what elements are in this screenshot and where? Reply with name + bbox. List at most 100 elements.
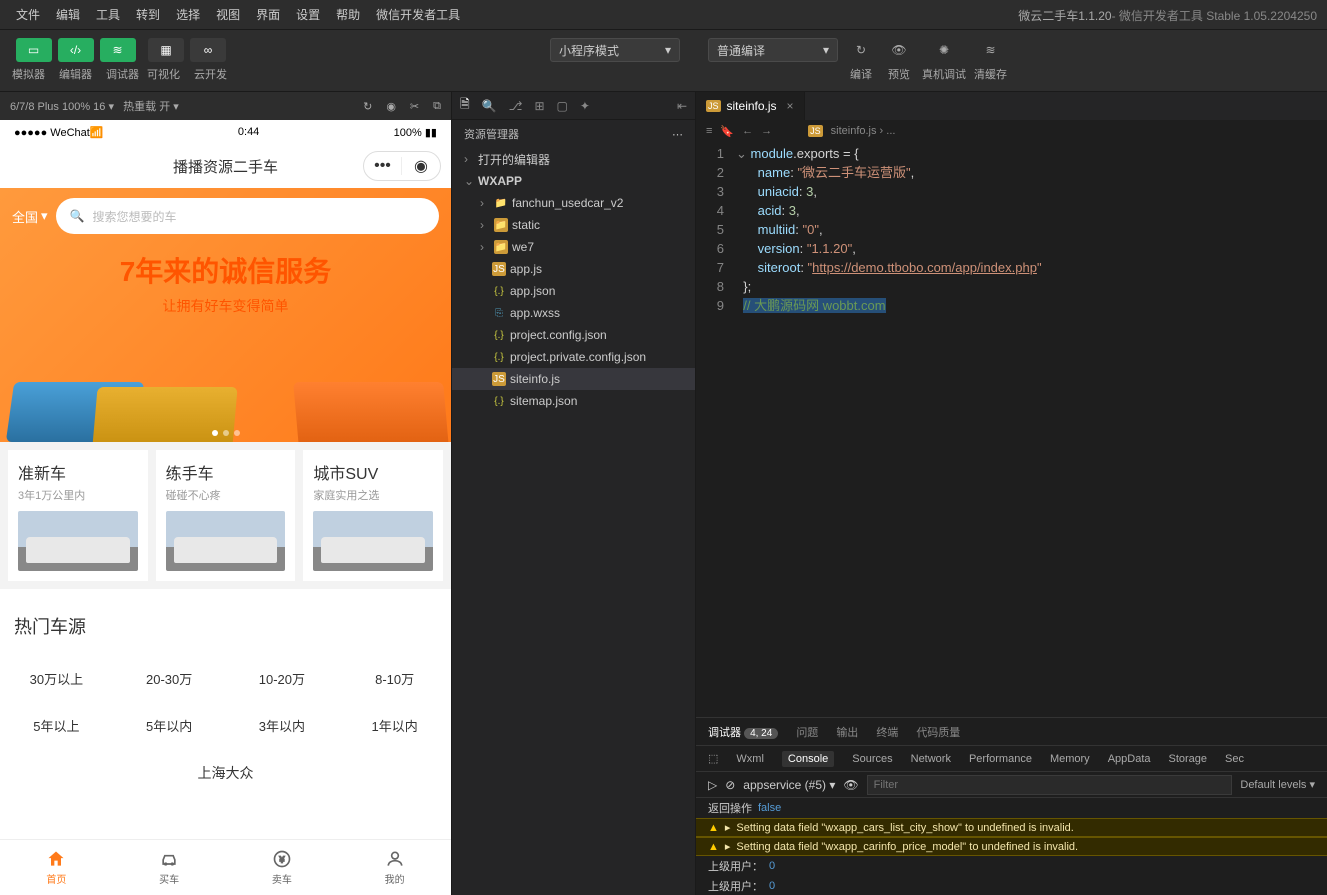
bookmark-icon[interactable]: 🔖	[720, 125, 734, 138]
grid-icon[interactable]: ⊞	[534, 99, 544, 113]
location-picker[interactable]: 全国▾	[12, 207, 48, 226]
console-output[interactable]: 返回操作 false ▲▸Setting data field "wxapp_c…	[696, 798, 1327, 895]
debug-tab[interactable]: 终端	[876, 724, 898, 740]
remote-debug-icon[interactable]: ✺	[929, 38, 959, 62]
box-icon[interactable]: ▢	[557, 99, 568, 113]
menu-wxdevtools[interactable]: 微信开发者工具	[368, 6, 468, 23]
breadcrumb[interactable]: siteinfo.js › ...	[831, 125, 896, 137]
menu-edit[interactable]: 编辑	[48, 6, 88, 23]
carousel-dots[interactable]	[212, 430, 240, 436]
devtool-tab[interactable]: Sec	[1225, 753, 1244, 765]
cloud-toggle[interactable]: ∞	[190, 38, 226, 62]
category-card[interactable]: 练手车碰碰不心疼	[156, 450, 296, 581]
tab-buy[interactable]: 买车	[113, 840, 226, 895]
mode-select[interactable]: 小程序模式▾	[550, 38, 680, 62]
simulator-toggle[interactable]: ▭	[16, 38, 52, 62]
filter-item[interactable]: 5年以内	[113, 702, 226, 749]
close-icon[interactable]: ×	[787, 99, 794, 113]
search-icon[interactable]: 🔍	[482, 99, 497, 113]
editor-tab[interactable]: JSsiteinfo.js×	[696, 92, 805, 120]
eye-icon[interactable]: 👁	[843, 778, 858, 792]
menu-goto[interactable]: 转到	[128, 6, 168, 23]
cut-icon[interactable]: ✂	[410, 100, 419, 113]
more-icon[interactable]: ⋯	[672, 128, 683, 141]
filter-item[interactable]: 1年以内	[338, 702, 451, 749]
editor-toggle[interactable]: ‹/›	[58, 38, 94, 62]
inspect-icon[interactable]: ⬚	[708, 752, 718, 765]
menu-tools[interactable]: 工具	[88, 6, 128, 23]
devtool-tab[interactable]: Network	[911, 753, 951, 765]
filter-input[interactable]	[867, 775, 1233, 795]
devtool-tab[interactable]: AppData	[1108, 753, 1151, 765]
more-icon[interactable]: •••	[364, 157, 402, 175]
devtool-tab[interactable]: Wxml	[736, 753, 764, 765]
hotreload-toggle[interactable]: 热重载 开	[123, 101, 170, 113]
devtool-tab[interactable]: Sources	[852, 753, 892, 765]
tree-file[interactable]: JSapp.js	[452, 258, 695, 280]
debug-tab[interactable]: 输出	[836, 724, 858, 740]
tab-sell[interactable]: ¥卖车	[226, 840, 339, 895]
tree-folder[interactable]: ›📁fanchun_usedcar_v2	[452, 192, 695, 214]
tree-file-selected[interactable]: JSsiteinfo.js	[452, 368, 695, 390]
category-card[interactable]: 准新车3年1万公里内	[8, 450, 148, 581]
tree-file[interactable]: {.}sitemap.json	[452, 390, 695, 412]
compile-icon[interactable]: ↻	[846, 38, 876, 62]
devtool-tab[interactable]: Storage	[1169, 753, 1208, 765]
tree-file[interactable]: {.}project.private.config.json	[452, 346, 695, 368]
levels-select[interactable]: Default levels ▾	[1240, 778, 1315, 791]
menu-select[interactable]: 选择	[168, 6, 208, 23]
debug-tab[interactable]: 调试器 4, 24	[708, 724, 778, 740]
compile-select[interactable]: 普通编译▾	[708, 38, 838, 62]
clear-icon[interactable]: ⊘	[725, 778, 735, 792]
collapse-icon[interactable]: ⇤	[677, 99, 687, 113]
visual-toggle[interactable]: ▦	[148, 38, 184, 62]
debug-tab[interactable]: 代码质量	[916, 724, 960, 740]
tree-file[interactable]: {.}app.json	[452, 280, 695, 302]
filter-item[interactable]: 30万以上	[0, 655, 113, 702]
filter-item[interactable]: 8-10万	[338, 655, 451, 702]
clear-cache-icon[interactable]: ≋	[976, 38, 1006, 62]
search-input[interactable]: 🔍搜索您想要的车	[56, 198, 439, 234]
tree-open-editors[interactable]: ›打开的编辑器	[452, 148, 695, 170]
menu-interface[interactable]: 界面	[248, 6, 288, 23]
branch-icon[interactable]: ⎇	[509, 99, 523, 113]
device-label[interactable]: 6/7/8 Plus 100% 16	[10, 101, 105, 113]
tree-file[interactable]: {.}project.config.json	[452, 324, 695, 346]
tree-root[interactable]: ⌄WXAPP	[452, 170, 695, 192]
tree-folder[interactable]: ›📁static	[452, 214, 695, 236]
menu-view[interactable]: 视图	[208, 6, 248, 23]
play-icon[interactable]: ▷	[708, 778, 717, 792]
back-icon[interactable]: ←	[742, 125, 753, 137]
filter-item[interactable]: 20-30万	[113, 655, 226, 702]
capsule[interactable]: •••◉	[363, 151, 441, 181]
hero-banner[interactable]: 全国▾ 🔍搜索您想要的车 7年来的诚信服务 让拥有好车变得简单	[0, 188, 451, 442]
files-icon[interactable]: 🗎	[460, 95, 470, 116]
preview-icon[interactable]: 👁	[884, 38, 914, 62]
menu-settings[interactable]: 设置	[288, 6, 328, 23]
menu-help[interactable]: 帮助	[328, 6, 368, 23]
debugger-toggle[interactable]: ≋	[100, 38, 136, 62]
filter-item[interactable]: 10-20万	[226, 655, 339, 702]
context-select[interactable]: appservice (#5) ▾	[743, 778, 835, 792]
close-icon[interactable]: ◉	[402, 156, 440, 176]
forward-icon[interactable]: →	[761, 125, 772, 137]
filter-item[interactable]: 3年以内	[226, 702, 339, 749]
refresh-icon[interactable]: ↻	[363, 100, 372, 113]
devtool-tab[interactable]: Memory	[1050, 753, 1090, 765]
tab-me[interactable]: 我的	[338, 840, 451, 895]
menu-file[interactable]: 文件	[8, 6, 48, 23]
popout-icon[interactable]: ⧉	[433, 100, 441, 113]
tab-home[interactable]: 首页	[0, 840, 113, 895]
ext-icon[interactable]: ✦	[580, 99, 590, 113]
toolbar-icon[interactable]: ≡	[706, 125, 712, 137]
brand-item[interactable]: 上海大众	[0, 749, 451, 797]
tree-file[interactable]: ⎘app.wxss	[452, 302, 695, 324]
devtool-tab[interactable]: Performance	[969, 753, 1032, 765]
category-card[interactable]: 城市SUV家庭实用之选	[303, 450, 443, 581]
filter-item[interactable]: 5年以上	[0, 702, 113, 749]
devtool-tab[interactable]: Console	[782, 751, 834, 767]
debug-tab[interactable]: 问题	[796, 724, 818, 740]
code-editor[interactable]: 123456789 ⌄ module.exports = { name: "微云…	[696, 142, 1327, 717]
record-icon[interactable]: ◉	[386, 100, 396, 113]
tree-folder[interactable]: ›📁we7	[452, 236, 695, 258]
